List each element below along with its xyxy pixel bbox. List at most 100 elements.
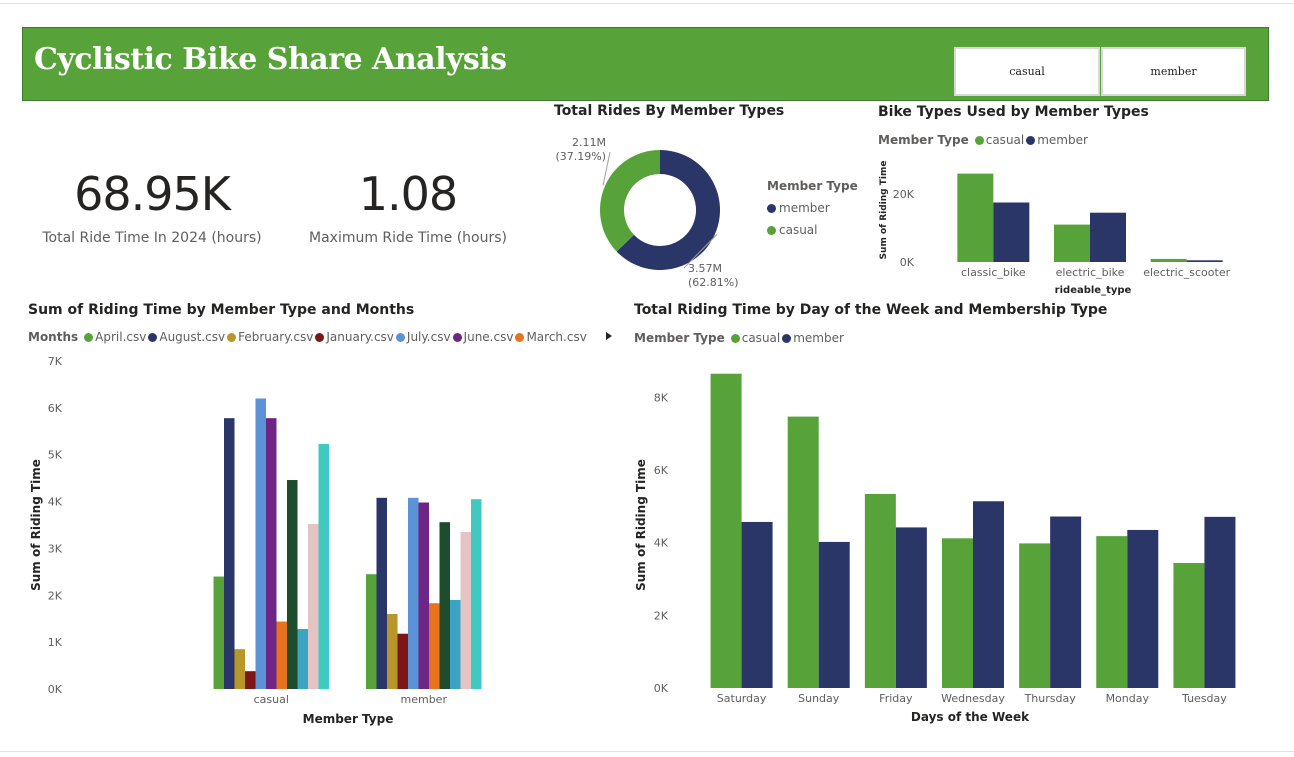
donut-legend-label: member: [779, 201, 830, 215]
bar-member-classic_bike: [993, 202, 1030, 262]
legend-dot-icon: [730, 333, 740, 343]
x-tick-label: Sunday: [798, 692, 840, 705]
donut-legend-item-member[interactable]: member: [767, 201, 858, 215]
bar-member-electric_bike: [1090, 212, 1126, 262]
bar-casual-classic_bike: [957, 173, 994, 262]
months-legend-label: July.csv: [406, 330, 451, 344]
months-legend-item[interactable]: July.csv: [395, 330, 451, 344]
kpi-max-ride-time-label: Maximum Ride Time (hours): [309, 230, 507, 246]
bar-casual-electric_scooter: [1150, 258, 1187, 262]
bar-June.csv-casual: [266, 418, 277, 689]
page-title: Cyclistic Bike Share Analysis: [34, 42, 507, 77]
kpi-total-ride-time-value: 68.95K: [74, 167, 231, 221]
bike-chart-legend: Member Type casual member: [878, 133, 1090, 147]
slicer-casual-button[interactable]: casual: [954, 47, 1100, 96]
bar-member-Tuesday: [1204, 516, 1236, 688]
months-legend-item[interactable]: January.csv: [315, 330, 394, 344]
x-tick-label: electric_bike: [1056, 266, 1125, 279]
week-legend-label: member: [793, 331, 844, 345]
week-legend-item-casual[interactable]: casual: [730, 331, 781, 345]
bar-series-8-casual: [297, 629, 308, 689]
donut-value-label: 3.57M: [688, 262, 722, 275]
x-tick-label: Thursday: [1024, 692, 1077, 705]
legend-scroll-right-icon[interactable]: [606, 332, 612, 340]
bar-member-Thursday: [1050, 516, 1082, 688]
months-chart: 0K 1K 2K 3K 4K 5K 6K 7K casual member Member Type S…: [29, 355, 482, 726]
bar-August.csv-casual: [224, 418, 235, 689]
bar-member-electric_scooter: [1186, 260, 1223, 262]
legend-dot-icon: [395, 332, 405, 342]
y-tick-label: 2K: [654, 609, 669, 622]
x-tick-label: casual: [254, 693, 289, 706]
bar-July.csv-casual: [255, 398, 266, 689]
bar-April.csv-casual: [213, 576, 224, 689]
months-legend-label: April.csv: [95, 330, 147, 344]
bar-January.csv-member: [397, 633, 408, 689]
x-axis-title: Days of the Week: [911, 710, 1030, 724]
months-legend-item[interactable]: August.csv: [148, 330, 225, 344]
bar-series-9-member: [460, 532, 471, 689]
y-tick-label: 20K: [893, 188, 915, 201]
week-legend-title: Member Type: [634, 331, 725, 345]
week-chart: 0K 2K 4K 6K 8K Saturday Sunday Friday Wednesday T…: [634, 373, 1236, 724]
y-tick-label: 8K: [654, 391, 669, 404]
months-legend-item[interactable]: June.csv: [452, 330, 513, 344]
bar-casual-Friday: [864, 493, 896, 688]
months-legend-item[interactable]: April.csv: [84, 330, 146, 344]
bar-member-Sunday: [818, 541, 850, 688]
legend-dot-icon: [782, 333, 792, 343]
donut-legend-label: casual: [779, 223, 818, 237]
bar-series-7-casual: [287, 480, 298, 689]
bike-legend-item-member[interactable]: member: [1026, 133, 1088, 147]
legend-dot-icon: [84, 332, 94, 342]
x-tick-label: member: [401, 693, 448, 706]
slicer-member-button[interactable]: member: [1101, 47, 1246, 96]
y-tick-label: 3K: [48, 542, 63, 555]
months-legend-label: February.csv: [238, 330, 314, 344]
y-tick-label: 0K: [48, 683, 63, 696]
kpi-max-ride-time-value: 1.08: [358, 167, 458, 221]
donut-chart: 3.57M(62.81%) 2.11M(37.19%): [555, 136, 738, 289]
bar-series-10-member: [471, 499, 482, 689]
x-axis-title: Member Type: [303, 712, 394, 726]
x-tick-label: Saturday: [717, 692, 767, 705]
bike-legend-label: casual: [985, 133, 1025, 147]
y-tick-label: 4K: [48, 496, 63, 509]
bike-legend-item-casual[interactable]: casual: [974, 133, 1025, 147]
y-tick-label: 5K: [48, 449, 63, 462]
x-tick-label: Friday: [879, 692, 913, 705]
months-legend-item[interactable]: March.csv: [515, 330, 587, 344]
y-tick-label: 4K: [654, 537, 669, 550]
x-tick-label: electric_scooter: [1143, 266, 1230, 279]
bike-types-chart: 0K 20K classic_bike electric_bike electric_s…: [879, 161, 1231, 296]
months-legend-item[interactable]: February.csv: [227, 330, 313, 344]
bar-casual-Wednesday: [942, 538, 973, 688]
bar-casual-Monday: [1096, 536, 1128, 688]
x-tick-label: Wednesday: [941, 692, 1005, 705]
week-legend-item-member[interactable]: member: [782, 331, 844, 345]
x-axis-title: rideable_type: [1055, 285, 1132, 296]
legend-dot-icon: [315, 332, 325, 342]
bar-casual-electric_bike: [1054, 224, 1090, 262]
bar-member-Monday: [1127, 529, 1159, 688]
bar-March.csv-member: [429, 603, 440, 689]
bar-member-Saturday: [741, 521, 773, 688]
bar-February.csv-member: [387, 614, 398, 689]
x-tick-label: Monday: [1106, 692, 1150, 705]
bar-series-8-member: [450, 599, 461, 689]
week-legend-label: casual: [741, 331, 781, 345]
donut-legend: Member Type member casual: [767, 179, 858, 245]
months-chart-title: Sum of Riding Time by Member Type and Mo…: [28, 302, 415, 318]
donut-legend-item-casual[interactable]: casual: [767, 223, 858, 237]
bar-series-9-casual: [308, 524, 319, 689]
top-divider: [0, 3, 1294, 4]
y-tick-label: 0K: [654, 682, 669, 695]
legend-dot-icon: [974, 135, 984, 145]
bar-casual-Thursday: [1019, 543, 1051, 688]
x-tick-label: Tuesday: [1181, 692, 1227, 705]
bar-March.csv-casual: [276, 621, 287, 689]
bar-member-Wednesday: [973, 501, 1004, 688]
y-tick-label: 6K: [48, 402, 63, 415]
months-legend-label: March.csv: [526, 330, 587, 344]
x-tick-label: classic_bike: [961, 266, 1026, 279]
